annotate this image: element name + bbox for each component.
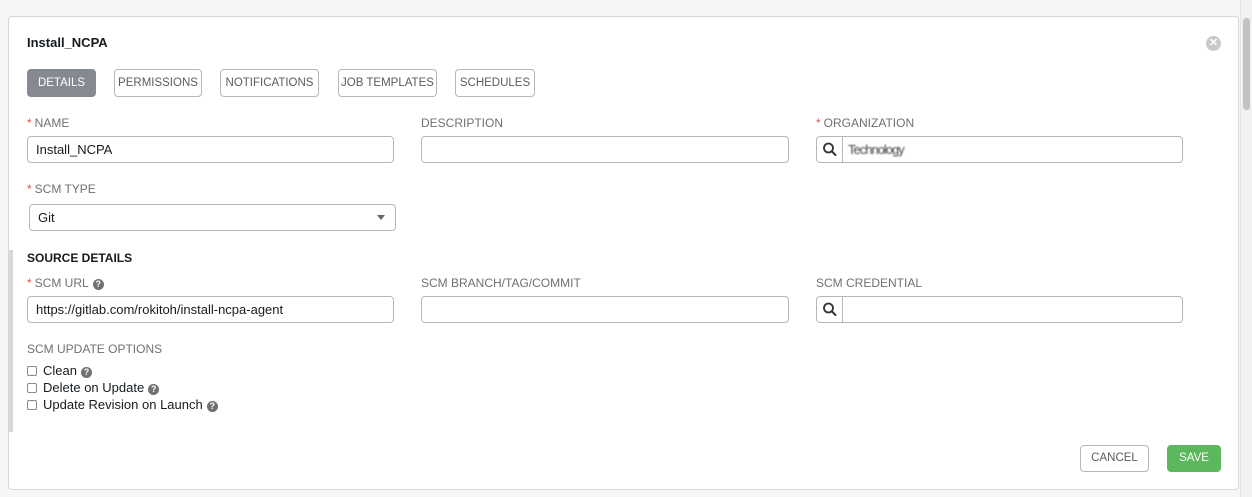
help-icon[interactable]: ? xyxy=(148,384,160,395)
scm-url-label-text: SCM URL xyxy=(34,276,89,290)
tab-schedules[interactable]: SCHEDULES xyxy=(455,69,535,97)
scm-credential-label: SCM CREDENTIAL xyxy=(816,276,923,290)
help-icon[interactable]: ? xyxy=(206,401,218,412)
scm-credential-search-button[interactable] xyxy=(817,297,843,322)
delete-on-update-checkbox[interactable] xyxy=(27,383,37,393)
tab-notifications[interactable]: NOTIFICATIONS xyxy=(220,69,319,97)
source-details-title: SOURCE DETAILS xyxy=(27,251,133,265)
organization-search-button[interactable] xyxy=(817,137,843,162)
help-icon[interactable]: ? xyxy=(92,279,104,290)
caret-down-icon xyxy=(377,215,385,220)
page-scrollbar[interactable] xyxy=(1240,0,1252,497)
scrollbar-thumb[interactable] xyxy=(1243,18,1250,110)
scm-url-input[interactable]: https://gitlab.com/rokitoh/install-ncpa-… xyxy=(27,296,394,323)
update-revision-on-launch-label: Update Revision on Launch xyxy=(43,397,203,412)
cancel-button[interactable]: CANCEL xyxy=(1080,445,1149,472)
name-label: * NAME xyxy=(27,116,69,130)
project-form-panel: Install_NCPA ✕ DETAILS PERMISSIONS NOTIF… xyxy=(8,16,1239,490)
scm-credential-lookup xyxy=(816,296,1183,323)
save-button[interactable]: SAVE xyxy=(1167,445,1221,472)
clean-checkbox[interactable] xyxy=(27,366,37,376)
organization-label: * ORGANIZATION xyxy=(816,116,914,130)
close-icon[interactable]: ✕ xyxy=(1206,36,1221,51)
organization-input[interactable]: Technology xyxy=(844,137,1182,162)
delete-on-update-label: Delete on Update xyxy=(43,380,145,395)
required-marker: * xyxy=(27,276,32,290)
option-clean: Clean? xyxy=(27,363,92,378)
update-revision-on-launch-checkbox[interactable] xyxy=(27,400,37,410)
tab-permissions[interactable]: PERMISSIONS xyxy=(114,69,202,97)
scm-type-select[interactable]: Git xyxy=(29,204,396,231)
tab-details[interactable]: DETAILS xyxy=(27,69,96,97)
required-marker: * xyxy=(27,182,32,196)
scm-update-options-label: SCM UPDATE OPTIONS xyxy=(27,342,163,356)
clean-label: Clean xyxy=(43,363,77,378)
organization-label-text: ORGANIZATION xyxy=(823,116,915,130)
search-icon xyxy=(823,142,837,156)
scm-credential-input[interactable] xyxy=(844,297,1182,322)
section-divider xyxy=(9,250,13,432)
required-marker: * xyxy=(27,116,32,130)
name-label-text: NAME xyxy=(34,116,70,130)
option-update-revision-on-launch: Update Revision on Launch? xyxy=(27,397,218,412)
option-delete-on-update: Delete on Update? xyxy=(27,380,160,395)
scm-type-label-text: SCM TYPE xyxy=(34,182,96,196)
tab-job-templates[interactable]: JOB TEMPLATES xyxy=(338,69,437,97)
top-strip xyxy=(0,0,1240,15)
required-marker: * xyxy=(816,116,821,130)
description-label: DESCRIPTION xyxy=(421,116,504,130)
organization-lookup: Technology xyxy=(816,136,1183,163)
name-input[interactable]: Install_NCPA xyxy=(27,136,394,163)
scm-branch-label: SCM BRANCH/TAG/COMMIT xyxy=(421,276,581,290)
scm-type-label: * SCM TYPE xyxy=(27,182,96,196)
search-icon xyxy=(823,302,837,316)
scm-branch-input[interactable] xyxy=(421,296,789,323)
form-title: Install_NCPA xyxy=(27,35,108,50)
help-icon[interactable]: ? xyxy=(80,367,92,378)
scm-type-value: Git xyxy=(38,210,55,225)
scm-url-label: * SCM URL? xyxy=(27,276,104,290)
description-input[interactable] xyxy=(421,136,789,163)
